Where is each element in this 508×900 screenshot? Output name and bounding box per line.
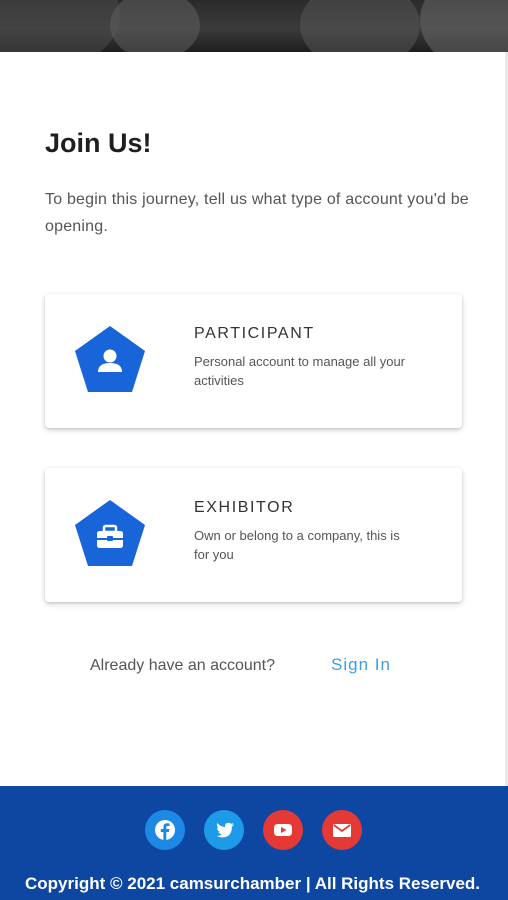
signin-link[interactable]: Sign In [331, 655, 391, 675]
facebook-icon[interactable] [145, 810, 185, 850]
copyright-text: Copyright © 2021 camsurchamber | All Rig… [25, 874, 481, 893]
page-subtitle: To begin this journey, tell us what type… [45, 191, 469, 235]
twitter-icon[interactable] [204, 810, 244, 850]
participant-title: PARTICIPANT [194, 325, 315, 342]
exhibitor-description: Own or belong to a company, this is for … [194, 528, 400, 562]
exhibitor-account-card[interactable]: EXHIBITOR Own or belong to a company, th… [45, 468, 462, 602]
youtube-icon[interactable] [263, 810, 303, 850]
participant-account-card[interactable]: PARTICIPANT Personal account to manage a… [45, 294, 462, 428]
signin-row: Already have an account? Sign In [0, 654, 508, 678]
signin-prompt: Already have an account? [90, 657, 276, 674]
hero-banner-image [0, 0, 508, 52]
participant-description: Personal account to manage all your acti… [194, 354, 406, 388]
briefcase-icon [75, 500, 145, 566]
exhibitor-title: EXHIBITOR [194, 499, 295, 516]
email-icon[interactable] [322, 810, 362, 850]
page-title: Join Us! [45, 128, 152, 158]
person-icon [75, 326, 145, 392]
footer: Copyright © 2021 camsurchamber | All Rig… [0, 786, 508, 900]
